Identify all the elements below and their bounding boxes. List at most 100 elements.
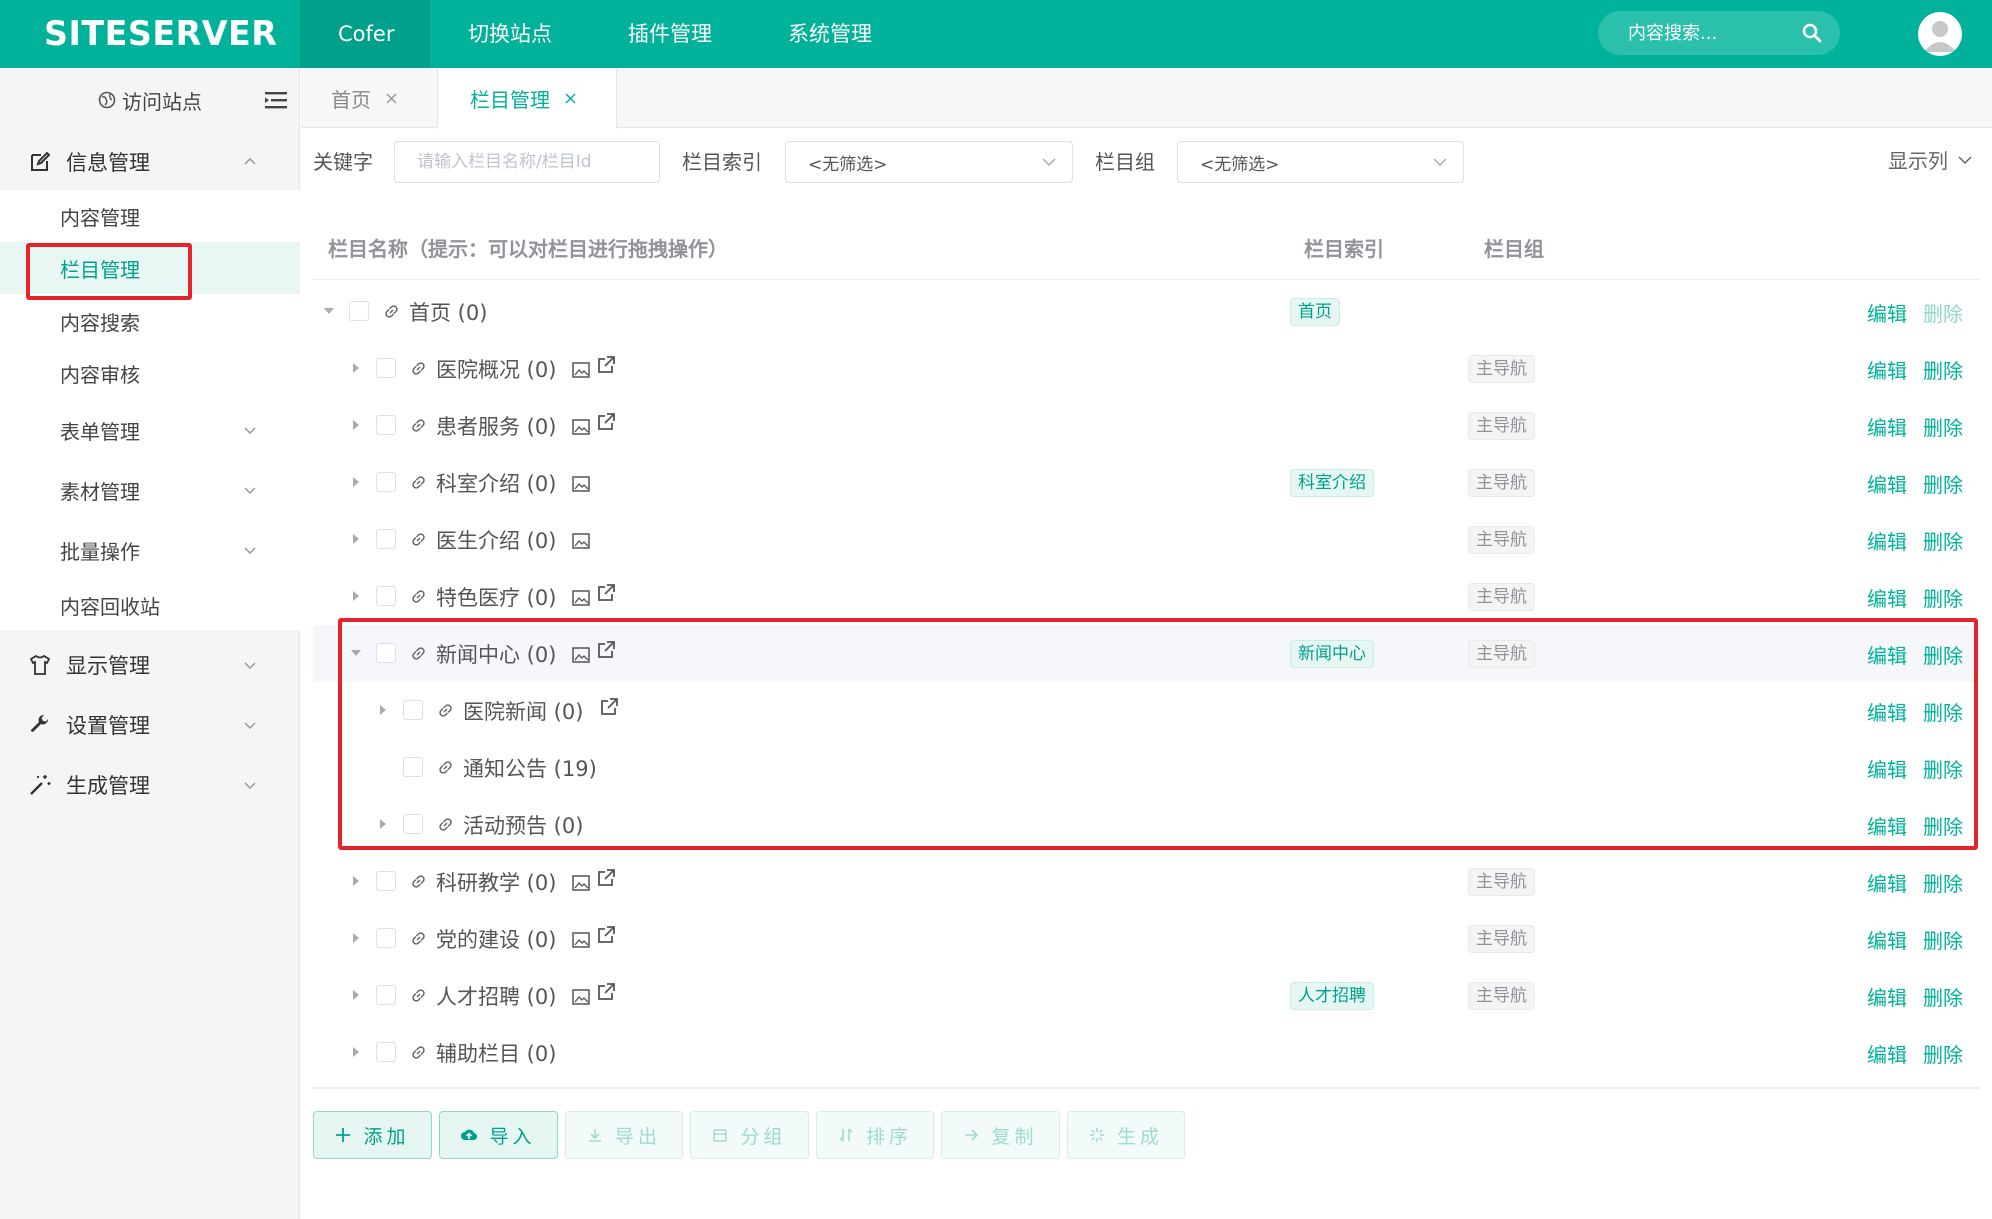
link-icon[interactable] <box>383 303 400 320</box>
table-row[interactable]: 医生介绍 (0) 主导航 编辑 删除 <box>313 511 1980 568</box>
image-icon[interactable] <box>571 589 590 607</box>
export-button[interactable]: 导出 <box>565 1111 683 1159</box>
image-icon[interactable] <box>571 532 590 550</box>
image-icon[interactable] <box>571 931 590 949</box>
delete-link[interactable]: 删除 <box>1923 982 1963 1011</box>
table-row[interactable]: 科室介绍 (0) 科室介绍 主导航 编辑 删除 <box>313 454 1980 511</box>
sort-button[interactable]: 排序 <box>816 1111 934 1159</box>
link-icon[interactable] <box>410 873 427 890</box>
menu-collapse-icon[interactable] <box>265 91 287 109</box>
image-icon[interactable] <box>571 988 590 1006</box>
row-checkbox[interactable] <box>376 985 396 1005</box>
link-icon[interactable] <box>410 1044 427 1061</box>
row-checkbox[interactable] <box>376 358 396 378</box>
caret-right-icon[interactable] <box>351 1046 361 1058</box>
show-columns-dropdown[interactable]: 显示列 <box>1888 145 1972 174</box>
row-checkbox[interactable] <box>376 472 396 492</box>
channel-group-select[interactable]: <无筛选> <box>1177 141 1464 183</box>
edit-link[interactable]: 编辑 <box>1867 412 1907 441</box>
link-icon[interactable] <box>410 360 427 377</box>
image-icon[interactable] <box>571 418 590 436</box>
table-row[interactable]: 辅助栏目 (0) 编辑 删除 <box>313 1024 1980 1081</box>
group-button[interactable]: 分组 <box>690 1111 809 1159</box>
image-icon[interactable] <box>571 475 590 493</box>
edit-link[interactable]: 编辑 <box>1867 355 1907 384</box>
delete-link[interactable]: 删除 <box>1923 868 1963 897</box>
channel-name[interactable]: 首页 (0) <box>409 297 487 327</box>
caret-right-icon[interactable] <box>351 989 361 1001</box>
sidebar-item-content-recycle-bin[interactable]: 内容回收站 <box>0 579 300 631</box>
table-row[interactable]: 特色医疗 (0) 主导航 编辑 删除 <box>313 568 1980 625</box>
external-link-icon[interactable] <box>596 355 616 375</box>
caret-right-icon[interactable] <box>351 533 361 545</box>
external-link-icon[interactable] <box>596 925 616 945</box>
sidebar-item-content-management[interactable]: 内容管理 <box>0 190 300 242</box>
channel-name[interactable]: 辅助栏目 (0) <box>436 1038 556 1068</box>
sidebar-group-display-management[interactable]: 显示管理 <box>0 635 300 695</box>
channel-name[interactable]: 患者服务 (0) <box>436 411 556 441</box>
row-checkbox[interactable] <box>376 415 396 435</box>
channel-name[interactable]: 科室介绍 (0) <box>436 468 556 498</box>
channel-name[interactable]: 特色医疗 (0) <box>436 582 556 612</box>
sidebar-group-info-management[interactable]: 信息管理 <box>0 132 300 192</box>
column-header-index[interactable]: 栏目索引 <box>1304 233 1384 262</box>
row-checkbox[interactable] <box>376 928 396 948</box>
channel-name[interactable]: 医院概况 (0) <box>436 354 556 384</box>
image-icon[interactable] <box>571 874 590 892</box>
sidebar-item-batch-operations[interactable]: 批量操作 <box>0 524 300 576</box>
tab-channel-management[interactable]: 栏目管理 <box>437 68 617 129</box>
external-link-icon[interactable] <box>596 583 616 603</box>
edit-link[interactable]: 编辑 <box>1867 868 1907 897</box>
channel-name[interactable]: 科研教学 (0) <box>436 867 556 897</box>
channel-name[interactable]: 医生介绍 (0) <box>436 525 556 555</box>
caret-down-icon[interactable] <box>324 305 334 317</box>
edit-link[interactable]: 编辑 <box>1867 583 1907 612</box>
user-avatar[interactable] <box>1918 12 1962 56</box>
close-icon[interactable] <box>564 92 577 105</box>
link-icon[interactable] <box>410 588 427 605</box>
edit-link[interactable]: 编辑 <box>1867 469 1907 498</box>
search-icon[interactable] <box>1802 23 1822 43</box>
image-icon[interactable] <box>571 361 590 379</box>
link-icon[interactable] <box>410 987 427 1004</box>
edit-link[interactable]: 编辑 <box>1867 982 1907 1011</box>
row-checkbox[interactable] <box>376 871 396 891</box>
channel-index-select[interactable]: <无筛选> <box>785 141 1073 183</box>
import-button[interactable]: 导入 <box>439 1111 558 1159</box>
visit-site-link[interactable]: 访问站点 <box>0 68 300 132</box>
nav-plugin-management[interactable]: 插件管理 <box>590 0 750 68</box>
link-icon[interactable] <box>410 417 427 434</box>
content-search-input[interactable] <box>1628 22 1798 44</box>
column-header-group[interactable]: 栏目组 <box>1484 233 1544 262</box>
delete-link[interactable]: 删除 <box>1923 1039 1963 1068</box>
nav-switch-site[interactable]: 切换站点 <box>430 0 590 68</box>
copy-button[interactable]: 复制 <box>941 1111 1060 1159</box>
delete-link[interactable]: 删除 <box>1923 469 1963 498</box>
channel-name[interactable]: 人才招聘 (0) <box>436 981 556 1011</box>
tab-home[interactable]: 首页 <box>331 68 398 128</box>
row-checkbox[interactable] <box>376 586 396 606</box>
row-checkbox[interactable] <box>376 529 396 549</box>
link-icon[interactable] <box>410 531 427 548</box>
sidebar-item-form-management[interactable]: 表单管理 <box>0 404 300 456</box>
table-row[interactable]: 党的建设 (0) 主导航 编辑 删除 <box>313 910 1980 967</box>
add-button[interactable]: 添加 <box>313 1111 432 1159</box>
link-icon[interactable] <box>410 474 427 491</box>
edit-link[interactable]: 编辑 <box>1867 1039 1907 1068</box>
caret-right-icon[interactable] <box>351 932 361 944</box>
delete-link[interactable]: 删除 <box>1923 526 1963 555</box>
keyword-input[interactable] <box>417 152 659 172</box>
siteserver-logo[interactable]: SITESERVER <box>44 12 282 56</box>
delete-link[interactable]: 删除 <box>1923 583 1963 612</box>
caret-right-icon[interactable] <box>351 590 361 602</box>
edit-link[interactable]: 编辑 <box>1867 526 1907 555</box>
table-row[interactable]: 医院概况 (0) 主导航 编辑 删除 <box>313 340 1980 397</box>
edit-link[interactable]: 编辑 <box>1867 298 1907 327</box>
nav-system-management[interactable]: 系统管理 <box>750 0 910 68</box>
row-checkbox[interactable] <box>376 1042 396 1062</box>
external-link-icon[interactable] <box>596 982 616 1002</box>
delete-link[interactable]: 删除 <box>1923 925 1963 954</box>
table-row[interactable]: 科研教学 (0) 主导航 编辑 删除 <box>313 853 1980 910</box>
caret-right-icon[interactable] <box>351 476 361 488</box>
external-link-icon[interactable] <box>596 868 616 888</box>
